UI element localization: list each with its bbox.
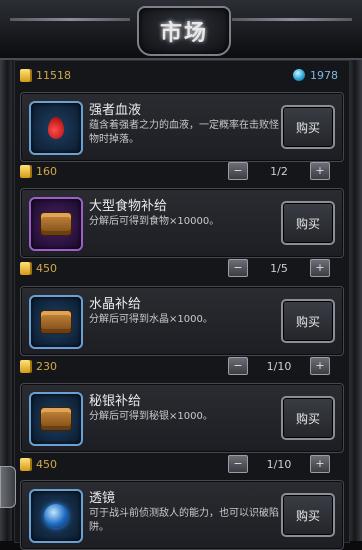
market-item-1: 强者血液 蕴含着强者之力的血液，一定概率在击败怪物时掉落。 购买: [20, 92, 344, 162]
buy-button[interactable]: 购买: [281, 299, 335, 343]
item-icon-frame: [29, 392, 83, 446]
title-plate: 市场: [137, 6, 231, 56]
market-item-5: 透镜 可于战斗前侦测敌人的能力，也可以识破陷阱。 购买: [20, 480, 344, 550]
quantity-indicator: 1/10: [266, 359, 292, 373]
buy-button[interactable]: 购买: [281, 201, 335, 245]
gold-balance: 11518: [20, 68, 71, 82]
buy-button[interactable]: 购买: [281, 396, 335, 440]
increase-button[interactable]: +: [310, 357, 330, 375]
item-price: 230: [20, 359, 57, 373]
blood-drop-icon: [48, 117, 64, 139]
page-title: 市场: [159, 20, 208, 46]
market-item-4: 秘银补给 分解后可得到秘银×1000。 购买: [20, 383, 344, 453]
item-price: 160: [20, 164, 57, 178]
decrease-button[interactable]: −: [228, 357, 248, 375]
item-description: 分解后可得到食物×10000。: [89, 216, 220, 227]
item-price: 450: [20, 457, 57, 471]
supply-chest-icon: [40, 212, 72, 236]
quantity-stepper: − 1/2 +: [228, 160, 330, 182]
item-name: 透镜: [89, 491, 116, 506]
market-item-2: 大型食物补给 分解后可得到食物×10000。 购买: [20, 188, 344, 258]
quantity-indicator: 1/10: [266, 457, 292, 471]
gem-amount: 1978: [310, 68, 338, 82]
price-value: 450: [36, 261, 57, 275]
quantity-indicator: 1/5: [270, 261, 288, 275]
gold-amount: 11518: [36, 68, 71, 82]
increase-button[interactable]: +: [310, 162, 330, 180]
market-item-3: 水晶补给 分解后可得到水晶×1000。 购买: [20, 286, 344, 356]
decrease-button[interactable]: −: [228, 162, 248, 180]
price-row-4: 450 − 1/10 +: [20, 453, 338, 475]
gem-balance: 1978: [293, 69, 338, 82]
item-name: 大型食物补给: [89, 199, 168, 214]
price-value: 160: [36, 164, 57, 178]
currency-bar: 11518 1978: [20, 64, 338, 86]
price-row-3: 230 − 1/10 +: [20, 355, 338, 377]
price-row-1: 160 − 1/2 +: [20, 160, 338, 182]
quantity-stepper: − 1/10 +: [228, 355, 330, 377]
supply-chest-icon: [40, 407, 72, 431]
title-bar: 市场: [0, 0, 362, 60]
decrease-button[interactable]: −: [228, 455, 248, 473]
item-icon-frame: [29, 489, 83, 543]
side-scroll-tab[interactable]: [0, 466, 16, 508]
item-icon-frame: [29, 101, 83, 155]
decrease-button[interactable]: −: [228, 259, 248, 277]
quantity-stepper: − 1/5 +: [228, 257, 330, 279]
item-name: 水晶补给: [89, 297, 142, 312]
price-value: 450: [36, 457, 57, 471]
item-icon-frame: [29, 295, 83, 349]
item-description: 分解后可得到秘银×1000。: [89, 411, 213, 422]
increase-button[interactable]: +: [310, 455, 330, 473]
gold-coin-icon: [20, 261, 30, 275]
buy-button[interactable]: 购买: [281, 105, 335, 149]
increase-button[interactable]: +: [310, 259, 330, 277]
buy-button[interactable]: 购买: [281, 493, 335, 537]
gold-coin-icon: [20, 68, 30, 82]
supply-chest-icon: [40, 310, 72, 334]
quantity-indicator: 1/2: [270, 164, 288, 178]
gold-coin-icon: [20, 164, 30, 178]
gold-coin-icon: [20, 457, 30, 471]
gold-coin-icon: [20, 359, 30, 373]
item-name: 秘银补给: [89, 394, 142, 409]
item-price: 450: [20, 261, 57, 275]
item-description: 分解后可得到水晶×1000。: [89, 314, 213, 325]
gem-icon: [293, 69, 305, 81]
quantity-stepper: − 1/10 +: [228, 453, 330, 475]
item-icon-frame: [29, 197, 83, 251]
lens-orb-icon: [44, 504, 68, 528]
item-name: 强者血液: [89, 103, 142, 118]
frame-right-border: [350, 40, 362, 541]
item-description: 可于战斗前侦测敌人的能力，也可以识破陷阱。: [89, 508, 279, 533]
price-row-2: 450 − 1/5 +: [20, 257, 338, 279]
price-value: 230: [36, 359, 57, 373]
item-description: 蕴含着强者之力的血液，一定概率在击败怪物时掉落。: [89, 120, 279, 145]
